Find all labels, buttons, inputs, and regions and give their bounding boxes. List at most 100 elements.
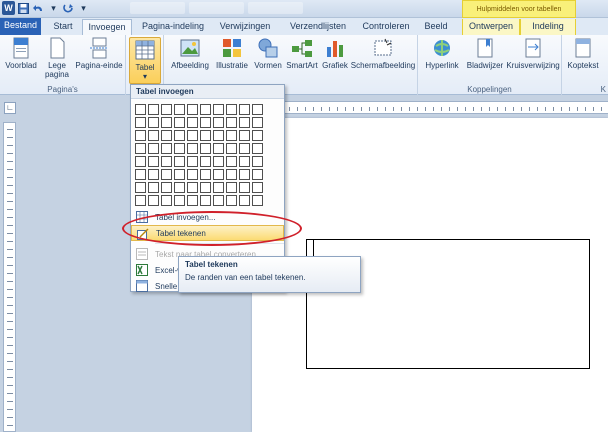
table-grid-cell[interactable] [226,143,237,154]
clipart-button[interactable]: Illustratie [212,37,252,70]
table-grid-cell[interactable] [213,195,224,206]
save-icon[interactable] [17,1,30,15]
table-grid-cell[interactable] [252,130,263,141]
table-grid-cell[interactable] [239,169,250,180]
table-grid-cell[interactable] [226,182,237,193]
table-grid-cell[interactable] [213,169,224,180]
table-grid-cell[interactable] [200,169,211,180]
screenshot-button[interactable]: Schermafbeelding [350,37,416,70]
table-grid-cell[interactable] [200,143,211,154]
table-grid-cell[interactable] [161,169,172,180]
blank-page-button[interactable]: Lege pagina [42,37,72,79]
tab-page-layout[interactable]: Pagina-indeling [138,19,208,35]
table-grid-cell[interactable] [148,156,159,167]
table-grid-cell[interactable] [187,130,198,141]
cross-reference-button[interactable]: Kruisverwijzing [506,37,560,70]
table-grid-cell[interactable] [252,156,263,167]
table-grid-cell[interactable] [135,156,146,167]
menu-draw-table[interactable]: Tabel tekenen [131,225,284,241]
table-grid-cell[interactable] [187,156,198,167]
table-grid-cell[interactable] [187,117,198,128]
tab-start[interactable]: Start [48,19,78,35]
tab-file[interactable]: Bestand [0,18,41,35]
table-grid-cell[interactable] [148,169,159,180]
table-grid-cell[interactable] [161,156,172,167]
table-grid-cell[interactable] [252,143,263,154]
cover-page-button[interactable]: Voorblad [2,37,40,70]
table-grid-cell[interactable] [135,195,146,206]
table-grid-cell[interactable] [200,130,211,141]
table-button[interactable]: Tabel ▾ [129,37,161,84]
chart-button[interactable]: Grafiek [320,37,350,70]
table-grid-cell[interactable] [239,195,250,206]
table-grid-cell[interactable] [187,143,198,154]
picture-button[interactable]: Afbeelding [168,37,212,70]
tab-references[interactable]: Verwijzingen [214,19,276,35]
tab-design[interactable]: Ontwerpen [462,19,520,35]
table-grid-cell[interactable] [161,143,172,154]
table-grid-cell[interactable] [135,130,146,141]
table-grid-cell[interactable] [213,182,224,193]
table-grid-cell[interactable] [187,182,198,193]
table-grid-cell[interactable] [148,182,159,193]
tab-review[interactable]: Controleren [358,19,414,35]
table-grid-cell[interactable] [174,156,185,167]
table-grid-cell[interactable] [252,104,263,115]
table-grid-cell[interactable] [161,117,172,128]
redo-icon[interactable] [62,1,75,15]
table-grid-cell[interactable] [187,169,198,180]
table-grid-cell[interactable] [148,117,159,128]
table-grid-cell[interactable] [200,182,211,193]
table-grid-cell[interactable] [200,117,211,128]
tab-selector-icon[interactable]: ∟ [4,102,16,114]
table-grid-cell[interactable] [226,130,237,141]
hyperlink-button[interactable]: Hyperlink [422,37,462,70]
table-grid-cell[interactable] [226,156,237,167]
table-grid-cell[interactable] [239,156,250,167]
table-grid-cell[interactable] [213,117,224,128]
table-grid-cell[interactable] [213,143,224,154]
table-grid-cell[interactable] [148,130,159,141]
table-grid-cell[interactable] [252,182,263,193]
tab-mailings[interactable]: Verzendlijsten [284,19,352,35]
tab-insert[interactable]: Invoegen [82,19,132,36]
table-grid-cell[interactable] [252,195,263,206]
table-grid-cell[interactable] [187,195,198,206]
table-grid-cell[interactable] [174,182,185,193]
table-grid-cell[interactable] [135,104,146,115]
table-grid-cell[interactable] [226,195,237,206]
table-grid-cell[interactable] [239,143,250,154]
table-grid-cell[interactable] [174,195,185,206]
table-grid-cell[interactable] [174,104,185,115]
header-button[interactable]: Koptekst [564,37,602,70]
table-grid-cell[interactable] [226,117,237,128]
table-grid-cell[interactable] [252,169,263,180]
table-grid-cell[interactable] [200,156,211,167]
table-grid-cell[interactable] [174,117,185,128]
shapes-button[interactable]: Vormen [252,37,284,70]
table-grid-cell[interactable] [187,104,198,115]
vertical-ruler[interactable] [3,122,16,432]
table-grid-cell[interactable] [135,169,146,180]
menu-insert-table[interactable]: Tabel invoegen... [131,209,284,225]
table-grid-cell[interactable] [174,169,185,180]
page-break-button[interactable]: Pagina-einde [74,37,124,70]
undo-icon[interactable] [32,1,45,15]
smartart-button[interactable]: SmartArt [284,37,320,70]
table-grid-cell[interactable] [213,104,224,115]
table-grid-cell[interactable] [148,104,159,115]
table-grid-cell[interactable] [226,104,237,115]
horizontal-ruler[interactable] [283,101,608,114]
table-grid-cell[interactable] [174,130,185,141]
table-grid-cell[interactable] [161,130,172,141]
table-grid-cell[interactable] [239,117,250,128]
table-grid-cell[interactable] [135,117,146,128]
bookmark-button[interactable]: Bladwijzer [464,37,506,70]
table-grid-cell[interactable] [213,156,224,167]
table-grid-cell[interactable] [239,130,250,141]
table-grid-cell[interactable] [200,195,211,206]
table-grid-cell[interactable] [135,143,146,154]
tab-view[interactable]: Beeld [420,19,452,35]
table-grid-cell[interactable] [148,143,159,154]
table-grid-cell[interactable] [161,195,172,206]
